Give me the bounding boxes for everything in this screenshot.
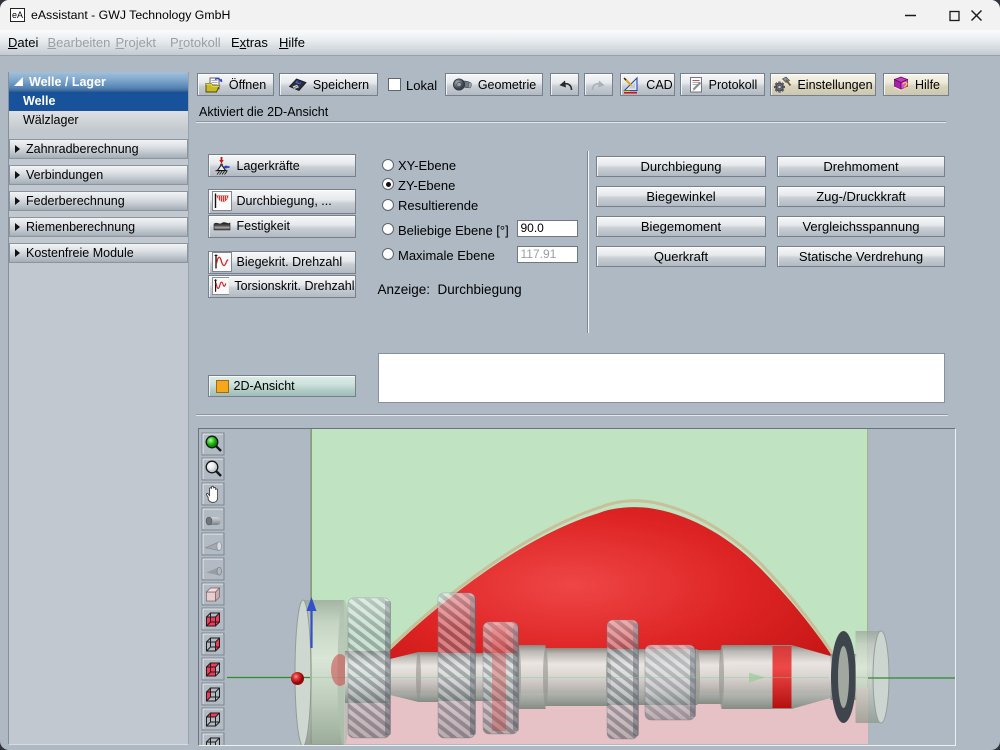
svg-text:?: ? [902, 81, 908, 92]
